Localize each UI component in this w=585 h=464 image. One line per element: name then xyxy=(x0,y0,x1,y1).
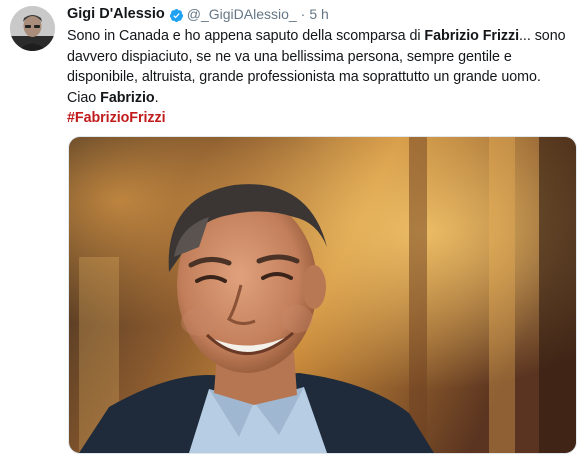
verified-badge-icon xyxy=(169,8,184,23)
tweet-photo[interactable] xyxy=(68,136,577,454)
tweet-timestamp[interactable]: 5 h xyxy=(309,6,328,22)
separator-dot: · xyxy=(300,6,306,22)
tweet-text-bold: Fabrizio Frizzi xyxy=(424,28,519,44)
tweet-text: Sono in Canada e ho appena saputo della … xyxy=(67,26,579,129)
tweet-content: Gigi D'Alessio @_GigiDAlessio_ · 5 h Son… xyxy=(67,4,579,129)
tweet-card: Gigi D'Alessio @_GigiDAlessio_ · 5 h Son… xyxy=(0,0,585,464)
author-avatar[interactable] xyxy=(10,6,55,51)
tweet-text-part: Sono in Canada e ho appena saputo della … xyxy=(67,28,425,44)
author-name[interactable]: Gigi D'Alessio xyxy=(67,6,165,22)
hashtag-link[interactable]: #FabrizioFrizzi xyxy=(67,110,166,126)
tweet-text-part: Ciao xyxy=(67,89,101,106)
author-handle[interactable]: @_GigiDAlessio_ xyxy=(187,6,297,22)
tweet-header: Gigi D'Alessio @_GigiDAlessio_ · 5 h xyxy=(67,4,579,24)
tweet-text-bold: Fabrizio xyxy=(100,89,155,106)
tweet-text-part: . xyxy=(154,89,159,106)
